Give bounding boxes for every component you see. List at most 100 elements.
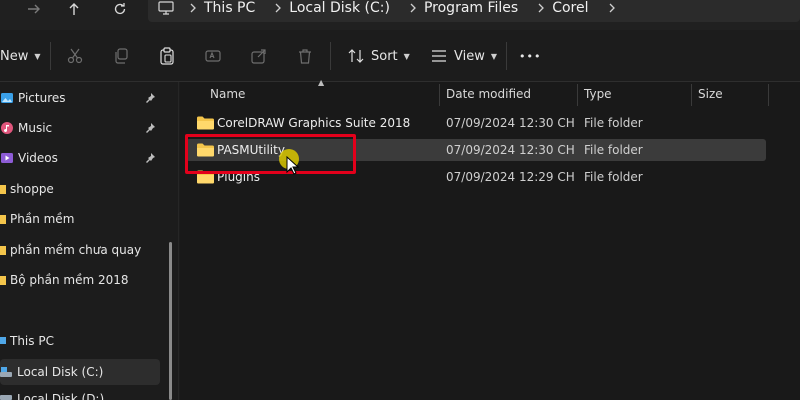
- view-label: View: [454, 48, 485, 64]
- forward-button[interactable]: [22, 0, 46, 18]
- copy-button[interactable]: [110, 43, 132, 69]
- folder-icon: [0, 243, 6, 257]
- folder-icon: [0, 182, 6, 196]
- sidebar-item-label: Phần mềm: [10, 212, 75, 226]
- refresh-icon: [114, 3, 126, 15]
- videos-icon: [0, 151, 14, 165]
- new-label: New: [0, 48, 29, 64]
- rename-button[interactable]: [202, 43, 224, 69]
- view-list-icon: [428, 45, 450, 67]
- table-row[interactable]: PASMUtility 07/09/2024 12:30 CH File fol…: [186, 139, 766, 161]
- copy-icon: [110, 45, 132, 67]
- navigation-pane: Pictures Music Videos shoppe Phần mềm ph…: [0, 82, 172, 400]
- sidebar-item-label: Music: [18, 121, 53, 135]
- chevron-right-icon[interactable]: [601, 3, 623, 13]
- sidebar-item-music[interactable]: Music: [0, 115, 160, 141]
- pane-divider[interactable]: [178, 82, 179, 400]
- sidebar-item-phan-mem[interactable]: Phần mềm: [0, 206, 160, 232]
- mouse-pointer-icon: [286, 156, 300, 175]
- refresh-button[interactable]: [108, 0, 132, 18]
- file-date: 07/09/2024 12:30 CH: [446, 143, 575, 157]
- chevron-right-icon[interactable]: [402, 3, 424, 13]
- arrow-up-icon: [69, 3, 79, 15]
- drive-icon: [0, 388, 12, 400]
- pc-icon: [0, 334, 6, 348]
- table-row[interactable]: CorelDRAW Graphics Suite 2018 07/09/2024…: [186, 112, 766, 134]
- view-button[interactable]: View ▼: [428, 43, 497, 69]
- sidebar-item-shoppe[interactable]: shoppe: [0, 176, 160, 202]
- table-row[interactable]: Plugins 07/09/2024 12:29 CH File folder: [186, 166, 766, 188]
- trash-icon: [294, 45, 316, 67]
- address-bar[interactable]: This PC Local Disk (C:) Program Files Co…: [148, 0, 800, 22]
- cut-button[interactable]: [64, 43, 86, 69]
- folder-icon: [0, 273, 6, 287]
- sidebar-item-label: shoppe: [10, 182, 54, 196]
- column-header-name[interactable]: Name: [210, 87, 245, 101]
- toolbar-divider: [506, 42, 507, 70]
- column-divider[interactable]: [577, 84, 578, 106]
- music-icon: [0, 121, 14, 135]
- breadcrumb-local-disk[interactable]: Local Disk (C:): [289, 0, 402, 16]
- chevron-down-icon: ▼: [490, 51, 498, 61]
- column-divider[interactable]: [691, 84, 692, 106]
- pin-icon[interactable]: [144, 92, 156, 104]
- sidebar-scrollbar[interactable]: [169, 242, 172, 400]
- column-header-date[interactable]: Date modified: [446, 87, 531, 101]
- arrow-right-icon: [28, 4, 40, 14]
- sidebar-item-this-pc[interactable]: This PC: [0, 328, 160, 354]
- sidebar-item-label: Videos: [18, 151, 58, 165]
- toolbar-divider: [50, 42, 51, 70]
- column-divider[interactable]: [768, 84, 769, 106]
- file-type: File folder: [584, 170, 643, 184]
- share-button[interactable]: [248, 43, 270, 69]
- paste-button[interactable]: [156, 43, 178, 69]
- breadcrumb-program-files[interactable]: Program Files: [424, 0, 530, 16]
- sort-label: Sort: [371, 48, 398, 64]
- share-icon: [248, 45, 270, 67]
- sidebar-item-label: phần mềm chưa quay: [10, 243, 142, 257]
- sidebar-item-label: Local Disk (D:): [17, 392, 105, 400]
- delete-button[interactable]: [294, 43, 316, 69]
- pin-icon[interactable]: [144, 152, 156, 164]
- sort-button[interactable]: Sort ▼: [345, 43, 410, 69]
- folder-icon: [197, 143, 214, 157]
- chevron-right-icon[interactable]: [182, 3, 204, 13]
- breadcrumb-label: Local Disk (C:): [289, 0, 390, 16]
- column-divider[interactable]: [439, 84, 440, 106]
- up-button[interactable]: [62, 0, 86, 18]
- chevron-down-icon: ▼: [34, 51, 41, 61]
- file-type: File folder: [584, 143, 643, 157]
- sort-icon: [345, 45, 367, 67]
- file-date: 07/09/2024 12:30 CH: [446, 116, 575, 130]
- breadcrumb-label: This PC: [204, 0, 256, 16]
- command-bar: New ▼ Sort ▼ View ▼ •••: [0, 30, 800, 82]
- breadcrumb-corel[interactable]: Corel: [552, 0, 600, 16]
- sidebar-item-pictures[interactable]: Pictures: [0, 85, 160, 111]
- pc-address-icon: [158, 1, 176, 15]
- chevron-right-icon[interactable]: [267, 3, 289, 13]
- pictures-icon: [0, 91, 14, 105]
- sidebar-item-bo-phan-mem-2018[interactable]: Bộ phần mềm 2018: [0, 267, 160, 293]
- file-type: File folder: [584, 116, 643, 130]
- chevron-down-icon: ▼: [403, 51, 410, 61]
- rename-icon: [202, 45, 224, 67]
- clipboard-icon: [156, 45, 178, 67]
- file-name: PASMUtility: [217, 143, 285, 157]
- file-list: ▲ Name Date modified Type Size CorelDRAW…: [180, 78, 800, 400]
- file-name: Plugins: [217, 170, 260, 184]
- breadcrumb-this-pc[interactable]: This PC: [204, 0, 267, 16]
- chevron-right-icon[interactable]: [530, 3, 552, 13]
- sidebar-item-phan-mem-chua-quay[interactable]: phần mềm chưa quay: [0, 237, 160, 263]
- column-header-size[interactable]: Size: [698, 87, 723, 101]
- sidebar-item-videos[interactable]: Videos: [0, 145, 160, 171]
- drive-icon: [0, 365, 12, 379]
- new-button[interactable]: New ▼: [0, 43, 41, 69]
- breadcrumb-label: Program Files: [423, 0, 519, 16]
- more-options-button[interactable]: •••: [519, 43, 541, 69]
- breadcrumb-label: Corel: [552, 0, 589, 16]
- sidebar-item-local-disk-c[interactable]: Local Disk (C:): [0, 359, 160, 385]
- pin-icon[interactable]: [144, 122, 156, 134]
- sidebar-item-local-disk-d[interactable]: Local Disk (D:): [0, 388, 160, 400]
- folder-icon: [0, 212, 6, 226]
- column-header-type[interactable]: Type: [584, 87, 612, 101]
